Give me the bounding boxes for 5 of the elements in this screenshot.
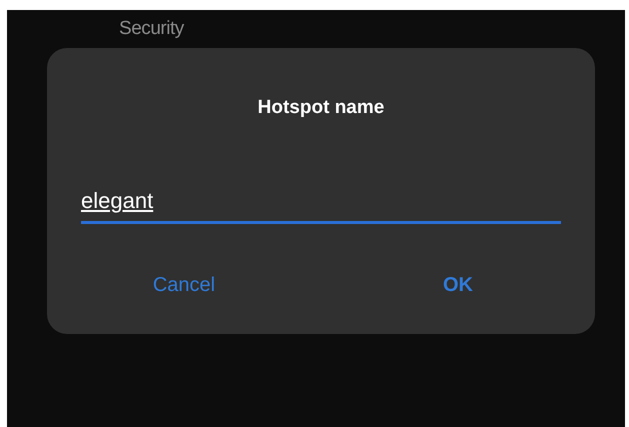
dialog-title: Hotspot name — [258, 96, 384, 120]
text-field[interactable]: elegant — [81, 184, 561, 224]
ok-button[interactable]: OK — [431, 266, 485, 304]
cancel-button[interactable]: Cancel — [140, 266, 228, 304]
section-label: Security — [119, 16, 184, 41]
